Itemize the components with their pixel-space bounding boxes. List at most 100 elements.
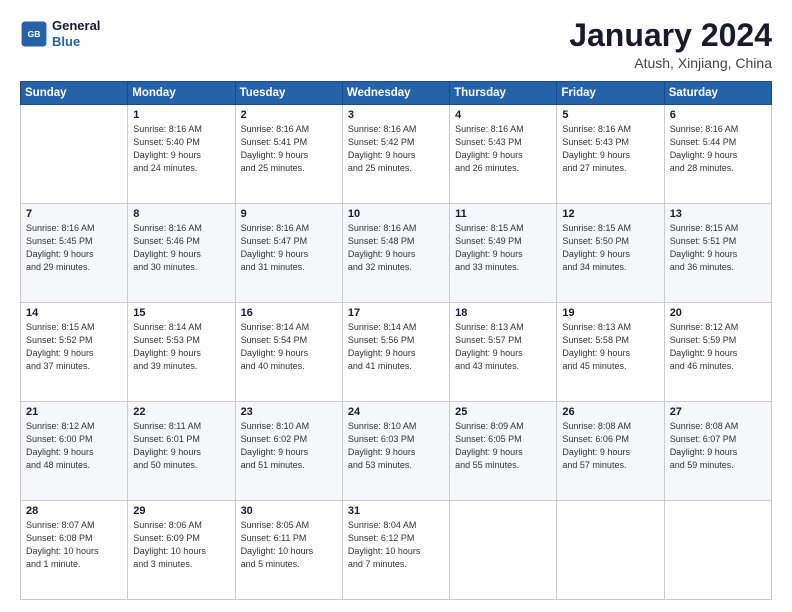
day-info: Sunrise: 8:14 AMSunset: 5:53 PMDaylight:… (133, 321, 229, 373)
day-header-monday: Monday (128, 82, 235, 105)
calendar-cell: 17Sunrise: 8:14 AMSunset: 5:56 PMDayligh… (342, 303, 449, 402)
day-info: Sunrise: 8:16 AMSunset: 5:41 PMDaylight:… (241, 123, 337, 175)
calendar-cell (21, 105, 128, 204)
day-info: Sunrise: 8:16 AMSunset: 5:43 PMDaylight:… (455, 123, 551, 175)
calendar-cell (664, 501, 771, 600)
day-header-saturday: Saturday (664, 82, 771, 105)
calendar-cell: 30 Sunrise: 8:05 AMSunset: 6:11 PMDayligh… (235, 501, 342, 600)
calendar-cell: 6Sunrise: 8:16 AMSunset: 5:44 PMDaylight… (664, 105, 771, 204)
calendar-page: GB General Blue January 2024 Atush, Xinj… (0, 0, 792, 612)
calendar-cell: 22Sunrise: 8:11 AMSunset: 6:01 PMDayligh… (128, 402, 235, 501)
title-block: January 2024 Atush, Xinjiang, China (569, 18, 772, 71)
day-info: Sunrise: 8:10 AMSunset: 6:03 PMDaylight:… (348, 420, 444, 472)
calendar-cell (450, 501, 557, 600)
day-info: Sunrise: 8:16 AMSunset: 5:45 PMDaylight:… (26, 222, 122, 274)
calendar-cell: 21 Sunrise: 8:12 AMSunset: 6:00 PMDayligh… (21, 402, 128, 501)
calendar-cell: 26 Sunrise: 8:08 AMSunset: 6:06 PMDayligh… (557, 402, 664, 501)
day-info: Sunrise: 8:15 AMSunset: 5:52 PMDaylight:… (26, 321, 122, 373)
calendar-cell: 25 Sunrise: 8:09 AMSunset: 6:05 PMDayligh… (450, 402, 557, 501)
day-info: Sunrise: 8:16 AMSunset: 5:42 PMDaylight:… (348, 123, 444, 175)
day-number: 5 (562, 109, 658, 121)
calendar-cell: 31 Sunrise: 8:04 AMSunset: 6:12 PMDayligh… (342, 501, 449, 600)
day-header-thursday: Thursday (450, 82, 557, 105)
day-info: Sunrise: 8:12 AMSunset: 6:00 PMDaylight:… (26, 420, 122, 472)
day-info: Sunrise: 8:16 AMSunset: 5:46 PMDaylight:… (133, 222, 229, 274)
day-number: 30 (241, 505, 337, 517)
day-number: 11 (455, 208, 551, 220)
day-number: 21 (26, 406, 122, 418)
day-number: 1 (133, 109, 229, 121)
calendar-cell: 28 Sunrise: 8:07 AMSunset: 6:08 PMDayligh… (21, 501, 128, 600)
day-info: Sunrise: 8:07 AMSunset: 6:08 PMDaylight:… (26, 519, 122, 571)
day-info: Sunrise: 8:16 AMSunset: 5:43 PMDaylight:… (562, 123, 658, 175)
calendar-cell: 18Sunrise: 8:13 AMSunset: 5:57 PMDayligh… (450, 303, 557, 402)
calendar-week-2: 7 Sunrise: 8:16 AMSunset: 5:45 PMDaylight… (21, 204, 772, 303)
day-info: Sunrise: 8:14 AMSunset: 5:56 PMDaylight:… (348, 321, 444, 373)
day-number: 3 (348, 109, 444, 121)
calendar-cell: 24 Sunrise: 8:10 AMSunset: 6:03 PMDayligh… (342, 402, 449, 501)
day-number: 15 (133, 307, 229, 319)
day-number: 24 (348, 406, 444, 418)
day-number: 10 (348, 208, 444, 220)
day-number: 31 (348, 505, 444, 517)
day-info: Sunrise: 8:08 AMSunset: 6:07 PMDaylight:… (670, 420, 766, 472)
calendar-cell: 8 Sunrise: 8:16 AMSunset: 5:46 PMDaylight… (128, 204, 235, 303)
day-info: Sunrise: 8:12 AMSunset: 5:59 PMDaylight:… (670, 321, 766, 373)
calendar-cell: 12 Sunrise: 8:15 AMSunset: 5:50 PMDayligh… (557, 204, 664, 303)
day-info: Sunrise: 8:08 AMSunset: 6:06 PMDaylight:… (562, 420, 658, 472)
calendar-week-3: 14Sunrise: 8:15 AMSunset: 5:52 PMDayligh… (21, 303, 772, 402)
svg-text:GB: GB (28, 29, 41, 39)
calendar-cell: 27 Sunrise: 8:08 AMSunset: 6:07 PMDayligh… (664, 402, 771, 501)
calendar-cell: 2 Sunrise: 8:16 AMSunset: 5:41 PMDaylight… (235, 105, 342, 204)
calendar-cell: 5 Sunrise: 8:16 AMSunset: 5:43 PMDaylight… (557, 105, 664, 204)
day-number: 8 (133, 208, 229, 220)
header: GB General Blue January 2024 Atush, Xinj… (20, 18, 772, 71)
day-number: 18 (455, 307, 551, 319)
calendar-cell: 9 Sunrise: 8:16 AMSunset: 5:47 PMDaylight… (235, 204, 342, 303)
calendar-cell: 29Sunrise: 8:06 AMSunset: 6:09 PMDayligh… (128, 501, 235, 600)
calendar-subtitle: Atush, Xinjiang, China (569, 55, 772, 71)
day-info: Sunrise: 8:15 AMSunset: 5:50 PMDaylight:… (562, 222, 658, 274)
calendar-week-4: 21 Sunrise: 8:12 AMSunset: 6:00 PMDayligh… (21, 402, 772, 501)
day-number: 2 (241, 109, 337, 121)
calendar-cell: 3 Sunrise: 8:16 AMSunset: 5:42 PMDaylight… (342, 105, 449, 204)
calendar-cell: 16Sunrise: 8:14 AMSunset: 5:54 PMDayligh… (235, 303, 342, 402)
calendar-cell: 23 Sunrise: 8:10 AMSunset: 6:02 PMDayligh… (235, 402, 342, 501)
day-header-friday: Friday (557, 82, 664, 105)
day-header-tuesday: Tuesday (235, 82, 342, 105)
day-number: 28 (26, 505, 122, 517)
day-info: Sunrise: 8:15 AMSunset: 5:49 PMDaylight:… (455, 222, 551, 274)
day-number: 7 (26, 208, 122, 220)
day-info: Sunrise: 8:16 AMSunset: 5:40 PMDaylight:… (133, 123, 229, 175)
day-number: 12 (562, 208, 658, 220)
day-info: Sunrise: 8:14 AMSunset: 5:54 PMDaylight:… (241, 321, 337, 373)
day-info: Sunrise: 8:11 AMSunset: 6:01 PMDaylight:… (133, 420, 229, 472)
calendar-cell: 14Sunrise: 8:15 AMSunset: 5:52 PMDayligh… (21, 303, 128, 402)
day-number: 9 (241, 208, 337, 220)
day-info: Sunrise: 8:09 AMSunset: 6:05 PMDaylight:… (455, 420, 551, 472)
day-number: 13 (670, 208, 766, 220)
day-info: Sunrise: 8:10 AMSunset: 6:02 PMDaylight:… (241, 420, 337, 472)
calendar-cell: 10 Sunrise: 8:16 AMSunset: 5:48 PMDayligh… (342, 204, 449, 303)
header-row: SundayMondayTuesdayWednesdayThursdayFrid… (21, 82, 772, 105)
day-number: 26 (562, 406, 658, 418)
calendar-cell: 7 Sunrise: 8:16 AMSunset: 5:45 PMDaylight… (21, 204, 128, 303)
day-info: Sunrise: 8:04 AMSunset: 6:12 PMDaylight:… (348, 519, 444, 571)
calendar-cell (557, 501, 664, 600)
day-number: 25 (455, 406, 551, 418)
day-info: Sunrise: 8:15 AMSunset: 5:51 PMDaylight:… (670, 222, 766, 274)
logo-icon: GB (20, 20, 48, 48)
day-number: 19 (562, 307, 658, 319)
calendar-cell: 4Sunrise: 8:16 AMSunset: 5:43 PMDaylight… (450, 105, 557, 204)
day-info: Sunrise: 8:16 AMSunset: 5:47 PMDaylight:… (241, 222, 337, 274)
day-info: Sunrise: 8:05 AMSunset: 6:11 PMDaylight:… (241, 519, 337, 571)
day-info: Sunrise: 8:06 AMSunset: 6:09 PMDaylight:… (133, 519, 229, 571)
day-header-wednesday: Wednesday (342, 82, 449, 105)
calendar-title: January 2024 (569, 18, 772, 53)
day-number: 23 (241, 406, 337, 418)
day-info: Sunrise: 8:16 AMSunset: 5:48 PMDaylight:… (348, 222, 444, 274)
calendar-cell: 1 Sunrise: 8:16 AMSunset: 5:40 PMDaylight… (128, 105, 235, 204)
day-number: 27 (670, 406, 766, 418)
day-number: 6 (670, 109, 766, 121)
logo: GB General Blue (20, 18, 100, 49)
